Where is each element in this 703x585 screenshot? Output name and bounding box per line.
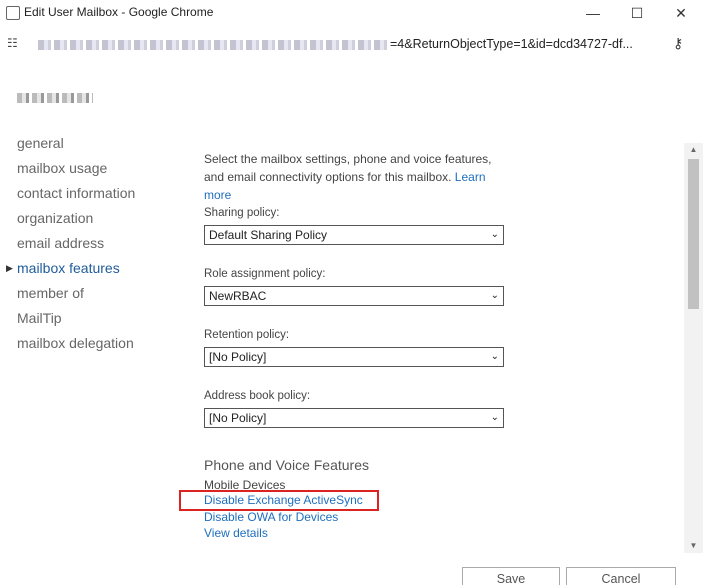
nav-item-mailtip[interactable]: MailTip	[17, 308, 135, 333]
save-button[interactable]: Save	[462, 567, 560, 585]
scroll-up-icon[interactable]: ▲	[684, 143, 703, 157]
close-button[interactable]: ✕	[659, 0, 703, 26]
cancel-button[interactable]: Cancel	[566, 567, 676, 585]
url-field[interactable]: =4&ReturnObjectType=1&id=dcd34727-df...	[38, 37, 658, 51]
address-book-policy-select[interactable]: [No Policy] ⌄	[204, 408, 504, 428]
title-bar: Edit User Mailbox - Google Chrome — ☐ ✕	[0, 0, 703, 26]
view-details-link[interactable]: View details	[204, 526, 268, 540]
redacted-url-part	[38, 39, 390, 50]
sharing-policy-select[interactable]: Default Sharing Policy ⌄	[204, 225, 504, 245]
nav-item-mailbox-usage[interactable]: mailbox usage	[17, 158, 135, 183]
nav-item-mailbox-delegation[interactable]: mailbox delegation	[17, 333, 135, 358]
disable-owa-link[interactable]: Disable OWA for Devices	[204, 510, 338, 524]
sidebar-nav: general mailbox usage contact informatio…	[6, 133, 135, 358]
chevron-down-icon: ⌄	[490, 229, 499, 240]
redacted-user-name	[17, 93, 93, 103]
scroll-down-icon[interactable]: ▼	[684, 539, 703, 553]
nav-item-organization[interactable]: organization	[17, 208, 135, 233]
intro-block: Select the mailbox settings, phone and v…	[204, 150, 504, 204]
phone-voice-features-title: Phone and Voice Features	[204, 457, 370, 473]
vertical-scrollbar[interactable]: ▲ ▼	[684, 143, 703, 553]
sharing-policy-label: Sharing policy:	[204, 207, 280, 219]
chevron-down-icon: ⌄	[490, 290, 499, 301]
retention-policy-select[interactable]: [No Policy] ⌄	[204, 347, 504, 367]
nav-item-member-of[interactable]: member of	[17, 283, 135, 308]
role-assignment-policy-label: Role assignment policy:	[204, 268, 326, 280]
active-arrow-icon: ▶	[6, 263, 13, 273]
maximize-button[interactable]: ☐	[615, 0, 659, 26]
scrollbar-thumb[interactable]	[688, 159, 699, 309]
page-icon	[6, 6, 20, 20]
tune-icon[interactable]: ☷	[7, 36, 18, 50]
chevron-down-icon: ⌄	[490, 412, 499, 423]
nav-item-email-address[interactable]: email address	[17, 233, 135, 258]
chevron-down-icon: ⌄	[490, 351, 499, 362]
window-title: Edit User Mailbox - Google Chrome	[24, 5, 214, 19]
highlight-box	[179, 490, 379, 511]
address-book-policy-label: Address book policy:	[204, 390, 311, 402]
retention-policy-label: Retention policy:	[204, 329, 290, 341]
key-icon[interactable]: ⚷	[673, 35, 683, 52]
intro-text: Select the mailbox settings, phone and v…	[204, 152, 492, 202]
nav-item-general[interactable]: general	[17, 133, 135, 158]
nav-item-mailbox-features[interactable]: ▶ mailbox features	[6, 258, 135, 283]
minimize-button[interactable]: —	[571, 0, 615, 26]
address-bar[interactable]: ☷ =4&ReturnObjectType=1&id=dcd34727-df..…	[0, 28, 703, 60]
url-text: =4&ReturnObjectType=1&id=dcd34727-df...	[390, 37, 633, 51]
nav-item-contact-information[interactable]: contact information	[17, 183, 135, 208]
role-assignment-policy-select[interactable]: NewRBAC ⌄	[204, 286, 504, 306]
